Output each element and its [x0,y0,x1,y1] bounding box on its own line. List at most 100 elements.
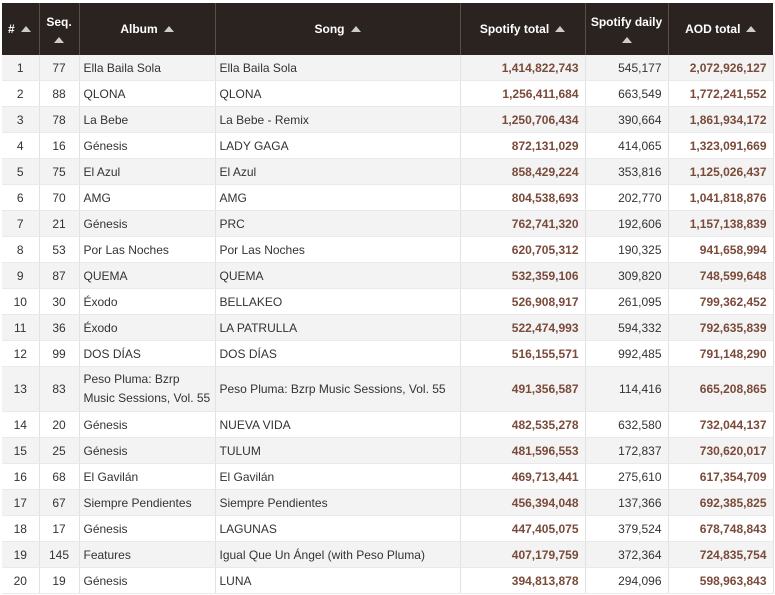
cell-album: QUEMA [79,262,216,289]
table-row[interactable]: 11 36 Éxodo LA PATRULLA 522,474,993 594,332 79… [2,314,774,341]
cell-spotify-daily: 632,580 [585,411,669,438]
table-row[interactable]: 5 75 El Azul El Azul 858,429,224 353,816 1,125… [2,158,774,185]
sort-arrow-icon[interactable] [555,26,566,33]
cell-spotify-daily: 663,549 [585,80,669,107]
table-row[interactable]: 17 67 Siempre Pendientes Siempre Pendientes… [2,489,774,516]
cell-aod-total: 748,599,648 [668,262,774,289]
cell-album: Por Las Noches [79,236,216,263]
table-row[interactable]: 18 17 Génesis LAGUNAS 447,405,075 379,524 678,… [2,515,774,542]
sort-arrow-icon[interactable] [746,26,757,33]
table-row[interactable]: 4 16 Génesis LADY GAGA 872,131,029 414,065 1,3… [2,132,774,159]
cell-aod-total: 730,620,017 [668,437,774,464]
sort-arrow-icon[interactable] [54,37,64,43]
table-row[interactable]: 9 87 QUEMA QUEMA 532,359,106 309,820 748,599,6… [2,262,774,289]
cell-spotify-total: 447,405,075 [460,515,586,542]
cell-rank: 5 [2,158,40,185]
header-seq[interactable]: Seq. [39,3,80,55]
cell-spotify-total: 804,538,693 [460,184,586,211]
header-num[interactable]: # [2,3,40,55]
cell-spotify-daily: 114,416 [585,366,669,412]
table-row[interactable]: 6 70 AMG AMG 804,538,693 202,770 1,041,818,876 [2,184,774,211]
table-row[interactable]: 14 20 Génesis NUEVA VIDA 482,535,278 632,580 7… [2,411,774,438]
cell-song: El Azul [215,158,461,185]
cell-spotify-total: 872,131,029 [460,132,586,159]
cell-rank: 16 [2,463,40,490]
cell-aod-total: 1,157,138,839 [668,210,774,237]
cell-spotify-daily: 275,610 [585,463,669,490]
cell-song: AMG [215,184,461,211]
header-spotify-total-label: Spotify total [479,22,550,37]
cell-seq: 99 [39,340,80,367]
cell-spotify-daily: 353,816 [585,158,669,185]
header-spotify-daily[interactable]: Spotify daily [585,3,669,55]
cell-song: QUEMA [215,262,461,289]
cell-seq: 21 [39,210,80,237]
cell-spotify-total: 516,155,571 [460,340,586,367]
cell-rank: 2 [2,80,40,107]
table-row[interactable]: 20 19 Génesis LUNA 394,813,878 294,096 598,963… [2,567,774,594]
sort-arrow-icon[interactable] [350,26,361,33]
sort-arrow-icon[interactable] [163,26,174,33]
cell-spotify-total: 482,535,278 [460,411,586,438]
table-row[interactable]: 15 25 Génesis TULUM 481,596,553 172,837 730,62… [2,437,774,464]
cell-album: Génesis [79,132,216,159]
cell-song: LADY GAGA [215,132,461,159]
cell-song: BELLAKEO [215,288,461,315]
cell-spotify-daily: 379,524 [585,515,669,542]
cell-song: NUEVA VIDA [215,411,461,438]
cell-aod-total: 1,041,818,876 [668,184,774,211]
cell-seq: 16 [39,132,80,159]
cell-spotify-total: 522,474,993 [460,314,586,341]
page: # Seq. Album Song Spotify total Spotify … [0,0,775,595]
cell-album: Génesis [79,411,216,438]
cell-aod-total: 792,635,839 [668,314,774,341]
table-row[interactable]: 12 99 DOS DÍAS DOS DÍAS 516,155,571 992,485 79… [2,340,774,367]
table-row[interactable]: 19 145 Features Igual Que Un Ángel (with Pe… [2,541,774,568]
cell-song: QLONA [215,80,461,107]
cell-spotify-daily: 414,065 [585,132,669,159]
cell-spotify-total: 469,713,441 [460,463,586,490]
cell-aod-total: 665,208,865 [668,366,774,412]
cell-spotify-daily: 202,770 [585,184,669,211]
cell-album: Éxodo [79,314,216,341]
header-album[interactable]: Album [79,3,216,55]
cell-seq: 88 [39,80,80,107]
cell-spotify-daily: 294,096 [585,567,669,594]
cell-spotify-total: 526,908,917 [460,288,586,315]
table-row[interactable]: 8 53 Por Las Noches Por Las Noches 620,705,3… [2,236,774,263]
cell-spotify-daily: 545,177 [585,55,669,81]
header-aod-total[interactable]: AOD total [668,3,773,55]
cell-rank: 17 [2,489,40,516]
cell-spotify-total: 1,250,706,434 [460,106,586,133]
table-row[interactable]: 7 21 Génesis PRC 762,741,320 192,606 1,157,138… [2,210,774,237]
cell-album: Features [79,541,216,568]
cell-rank: 11 [2,314,40,341]
cell-spotify-total: 1,256,411,684 [460,80,586,107]
header-num-label: # [8,22,15,37]
sort-arrow-icon[interactable] [20,26,31,33]
cell-aod-total: 1,772,241,552 [668,80,774,107]
table-row[interactable]: 1 77 Ella Baila Sola Ella Baila Sola 1,414,8… [2,55,774,81]
cell-rank: 15 [2,437,40,464]
cell-seq: 20 [39,411,80,438]
cell-song: LUNA [215,567,461,594]
table-row[interactable]: 13 83 Peso Pluma: Bzrp Music Sessions, Vol… [2,366,774,412]
cell-song: DOS DÍAS [215,340,461,367]
table-row[interactable]: 2 88 QLONA QLONA 1,256,411,684 663,549 1,772,2… [2,80,774,107]
cell-spotify-total: 456,394,048 [460,489,586,516]
cell-rank: 14 [2,411,40,438]
table-row[interactable]: 3 78 La Bebe La Bebe - Remix 1,250,706,434 39… [2,106,774,133]
cell-album: Peso Pluma: Bzrp Music Sessions, Vol. 55 [79,366,216,412]
sort-arrow-icon[interactable] [621,37,632,43]
table-body: 1 77 Ella Baila Sola Ella Baila Sola 1,414,8… [2,55,774,594]
header-song-label: Song [314,22,345,37]
table-row[interactable]: 16 68 El Gavilán El Gavilán 469,713,441 275,6… [2,463,774,490]
cell-song: Ella Baila Sola [215,55,461,81]
header-song[interactable]: Song [215,3,461,55]
cell-album: Génesis [79,567,216,594]
cell-aod-total: 799,362,452 [668,288,774,315]
table-row[interactable]: 10 30 Éxodo BELLAKEO 526,908,917 261,095 799,3… [2,288,774,315]
cell-rank: 4 [2,132,40,159]
header-spotify-total[interactable]: Spotify total [460,3,586,55]
cell-seq: 83 [39,366,80,412]
